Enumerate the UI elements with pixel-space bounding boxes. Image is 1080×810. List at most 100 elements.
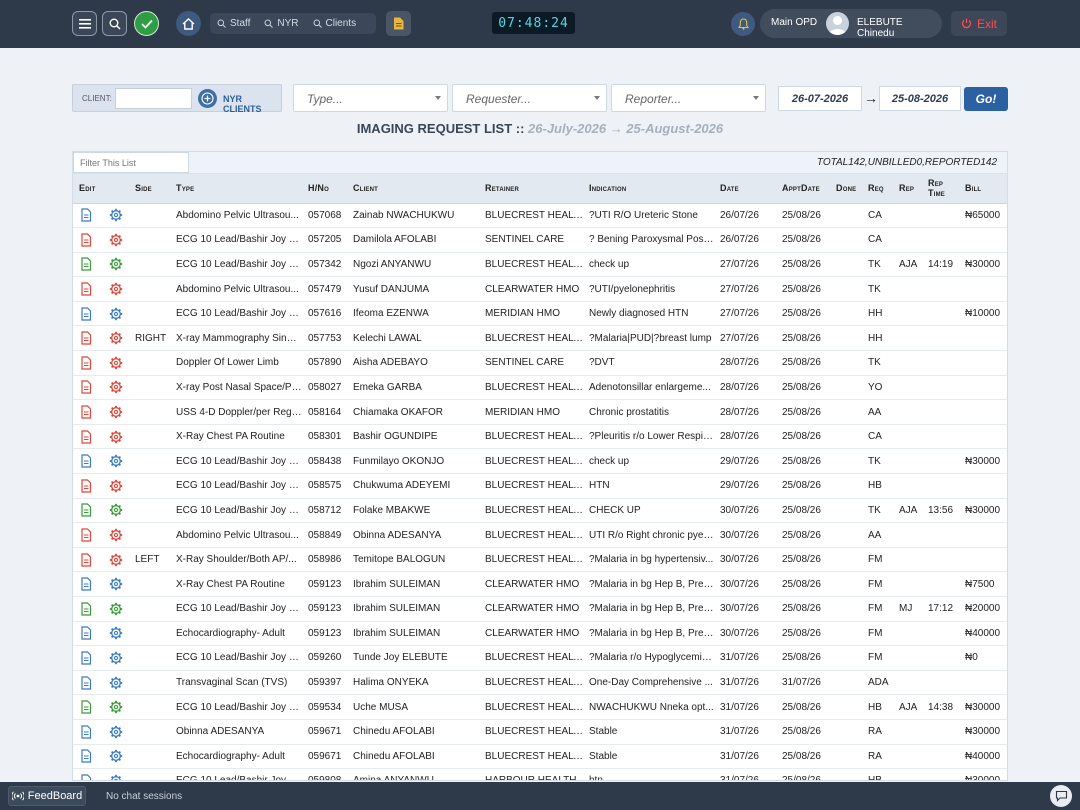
add-client-button[interactable] [198,89,217,108]
column-header-retainer[interactable]: Retainer [479,174,583,204]
settings-cell[interactable] [103,768,129,780]
go-button[interactable]: Go! [964,87,1008,111]
table-row[interactable]: ECG 10 Lead/Bashir Joy O... 057342 Ngozi A… [73,252,1007,278]
menu-button[interactable] [72,11,97,36]
quick-search-nyr[interactable]: NYR [257,18,305,29]
notifications-button[interactable] [731,12,755,36]
feedboard-button[interactable]: FeedBoard [8,786,86,806]
edit-cell[interactable] [73,498,103,524]
settings-cell[interactable] [103,448,129,475]
settings-cell[interactable] [103,227,129,253]
column-header-indication[interactable]: Indication [583,174,714,204]
settings-cell[interactable] [103,621,129,647]
table-row[interactable]: LEFT X-Ray Shoulder/Both AP/... 058986 Temi… [73,547,1007,573]
settings-cell[interactable] [103,498,129,524]
user-menu[interactable]: Main OPD ELEBUTE Chinedu [760,9,942,39]
settings-cell[interactable] [103,547,129,573]
column-header-rep-time[interactable]: Rep Time [922,174,959,204]
table-row[interactable]: ECG 10 Lead/Bashir Joy O... 058712 Folake … [73,498,1007,524]
column-header-hno[interactable]: H/No [302,174,347,204]
table-row[interactable]: ECG 10 Lead/Bashir Joy O... 059534 Uche MU… [73,694,1007,720]
settings-cell[interactable] [103,301,129,327]
column-header-bill[interactable]: Bill [959,174,1007,204]
table-row[interactable]: Doppler Of Lower Limb 057890 Aisha ADEBAYO… [73,350,1007,376]
table-row[interactable]: ECG 10 Lead/Bashir Joy O... 058575 Chukwum… [73,473,1007,499]
column-header-edit[interactable]: Edit [73,174,103,204]
edit-cell[interactable] [73,744,103,770]
table-row[interactable]: Echocardiography- Adult 059671 Chinedu AFO… [73,744,1007,770]
table-row[interactable]: ECG 10 Lead/Bashir Joy O... 059123 Ibrahim… [73,596,1007,622]
quick-search-clients[interactable]: Clients [306,18,364,29]
settings-cell[interactable] [103,571,129,597]
table-row[interactable]: USS 4-D Doppler/per Region 058164 Chiamaka… [73,399,1007,425]
edit-cell[interactable] [73,670,103,696]
column-header-rep[interactable]: Rep [893,174,922,204]
settings-cell[interactable] [103,596,129,622]
table-row[interactable]: Transvaginal Scan (TVS) 059397 Halima ONYE… [73,670,1007,696]
settings-cell[interactable] [103,203,129,229]
requester-select[interactable]: Requester... [452,84,607,112]
settings-cell[interactable] [103,719,129,745]
table-row[interactable]: ECG 10 Lead/Bashir Joy O... 057205 Damilol… [73,227,1007,253]
column-header-type[interactable]: Type [170,174,302,204]
type-select[interactable]: Type... [293,84,448,112]
edit-cell[interactable] [73,375,103,401]
nyr-clients-link[interactable]: NYR CLIENTS [223,94,281,114]
edit-cell[interactable] [73,621,103,647]
column-header-client[interactable]: Client [347,174,479,204]
column-header-apptdate[interactable]: ApptDate [776,174,830,204]
settings-cell[interactable] [103,744,129,770]
table-row[interactable]: ECG 10 Lead/Bashir Joy O... 057616 Ifeoma … [73,301,1007,327]
home-button[interactable] [176,11,201,36]
settings-cell[interactable] [103,252,129,278]
status-check-button[interactable] [134,11,159,36]
edit-cell[interactable] [73,424,103,450]
edit-cell[interactable] [73,448,103,475]
chat-button[interactable] [1050,785,1072,807]
table-row[interactable]: Abdomino Pelvic Ultrasou... 058849 Obinna … [73,522,1007,548]
table-row[interactable]: X-Ray Chest PA Routine 059123 Ibrahim SULE… [73,571,1007,597]
edit-cell[interactable] [73,547,103,573]
edit-cell[interactable] [73,571,103,597]
table-row[interactable]: ECG 10 Lead/Bashir Joy O... 059260 Tunde J… [73,645,1007,671]
column-header-date[interactable]: Date [714,174,776,204]
client-input[interactable] [115,88,192,109]
settings-cell[interactable] [103,375,129,401]
edit-cell[interactable] [73,252,103,278]
column-header-done[interactable]: Done [830,174,862,204]
edit-cell[interactable] [73,768,103,780]
settings-cell[interactable] [103,325,129,352]
reporter-select[interactable]: Reporter... [611,84,766,112]
settings-cell[interactable] [103,473,129,499]
table-row[interactable]: X-Ray Chest PA Routine 058301 Bashir OGUND… [73,424,1007,450]
table-row[interactable]: Abdomino Pelvic Ultrasou... 057479 Yusuf D… [73,276,1007,302]
edit-cell[interactable] [73,325,103,352]
edit-cell[interactable] [73,399,103,425]
column-header-req[interactable]: Req [862,174,893,204]
quick-search-staff[interactable]: Staff [210,18,257,29]
date-to-input[interactable]: 25-08-2026 [879,86,961,111]
search-button[interactable] [102,11,127,36]
settings-cell[interactable] [103,694,129,720]
table-row[interactable]: RIGHT X-ray Mammography Singl... 057753 Kel… [73,325,1007,352]
edit-cell[interactable] [73,719,103,745]
table-row[interactable]: ECG 10 Lead/Bashir Joy O... 058438 Funmila… [73,448,1007,475]
edit-cell[interactable] [73,227,103,253]
settings-cell[interactable] [103,276,129,302]
edit-cell[interactable] [73,473,103,499]
edit-cell[interactable] [73,301,103,327]
table-row[interactable]: Abdomino Pelvic Ultrasou... 057068 Zainab … [73,203,1007,229]
settings-cell[interactable] [103,399,129,425]
date-from-input[interactable]: 26-07-2026 [778,86,862,111]
table-row[interactable]: Echocardiography- Adult 059123 Ibrahim SUL… [73,621,1007,647]
table-row[interactable]: X-ray Post Nasal Space/PN... 058027 Emeka … [73,375,1007,401]
exit-button[interactable]: Exit [951,11,1007,36]
edit-cell[interactable] [73,203,103,229]
settings-cell[interactable] [103,670,129,696]
settings-cell[interactable] [103,424,129,450]
documents-button[interactable] [386,11,411,36]
table-row[interactable]: Obinna ADESANYA 059671 Chinedu AFOLABI BLUE… [73,719,1007,745]
table-row[interactable]: ECG 10 Lead/Bashir Joy O... 059808 Amina A… [73,768,1007,780]
filter-list-input[interactable] [73,152,189,173]
settings-cell[interactable] [103,645,129,671]
